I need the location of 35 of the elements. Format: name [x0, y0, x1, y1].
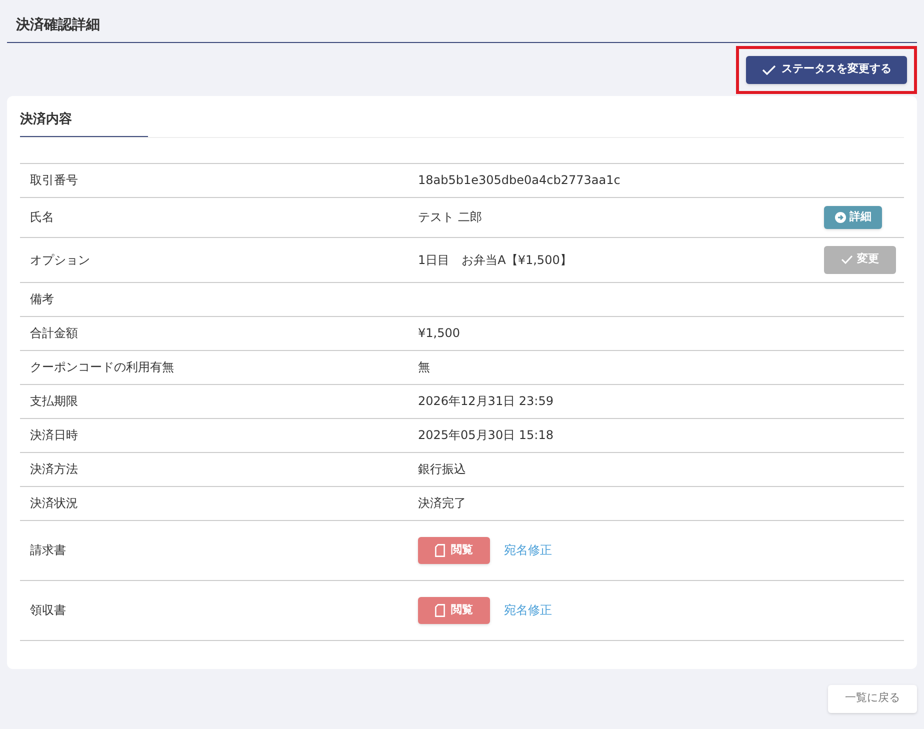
back-button[interactable]: 一覧に戻る: [828, 684, 917, 712]
field-label: 請求書: [30, 543, 66, 557]
field-label: 氏名: [30, 210, 54, 224]
check-icon: [762, 64, 776, 74]
check-icon: [841, 255, 853, 264]
field-value: ¥1,500: [418, 325, 460, 342]
document-icon: [435, 604, 445, 616]
field-label: 支払期限: [30, 394, 78, 408]
arrow-circle-icon: [834, 212, 846, 222]
field-label: 領収書: [30, 603, 66, 617]
page-title: 決済確認詳細: [16, 16, 100, 35]
field-value: テスト 二郎: [418, 209, 482, 226]
field-label: 決済状況: [30, 496, 78, 510]
field-label: クーポンコードの利用有無: [30, 360, 174, 374]
detail-button[interactable]: 詳細: [824, 206, 882, 228]
view-button[interactable]: 閲覧: [418, 596, 490, 624]
section-title: 決済内容: [20, 110, 148, 136]
field-value: 2025年05月30日 15:18: [418, 427, 554, 444]
field-label: 備考: [30, 292, 54, 306]
field-label: 合計金額: [30, 326, 78, 340]
field-value: 2026年12月31日 23:59: [418, 393, 554, 410]
edit-address-link[interactable]: 宛名修正: [504, 541, 552, 559]
field-value: 無: [418, 359, 430, 376]
document-icon: [435, 544, 445, 556]
field-value: 18ab5b1e305dbe0a4cb2773aa1c: [418, 172, 620, 189]
field-label: 取引番号: [30, 173, 78, 187]
change-status-button[interactable]: ステータスを変更する: [746, 56, 907, 84]
view-button[interactable]: 閲覧: [418, 536, 490, 564]
field-value: 銀行振込: [418, 461, 466, 478]
edit-address-link[interactable]: 宛名修正: [504, 601, 552, 619]
field-value: 1日目 お弁当A【¥1,500】: [418, 252, 572, 268]
field-value: 決済完了: [418, 495, 466, 512]
field-label: 決済方法: [30, 462, 78, 476]
field-label: オプション: [30, 252, 90, 266]
field-label: 決済日時: [30, 428, 78, 442]
